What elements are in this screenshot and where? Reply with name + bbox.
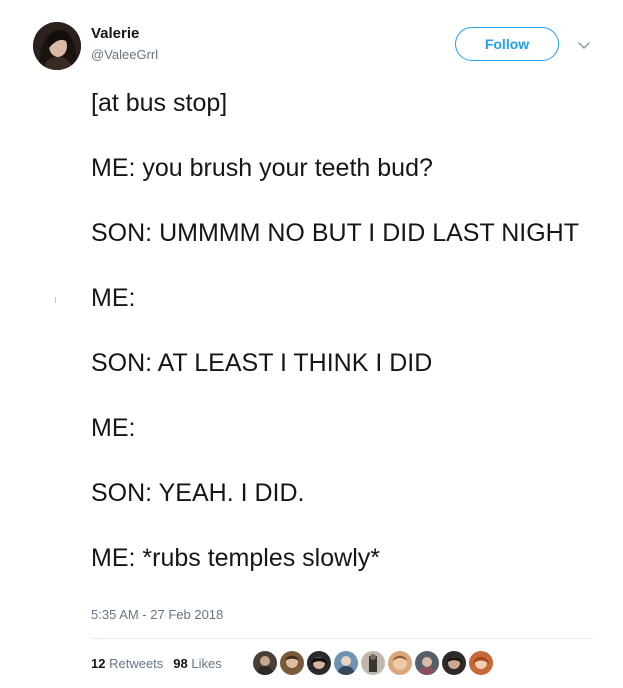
liker-avatar-2[interactable] <box>280 651 304 675</box>
retweets-label: Retweets <box>109 656 164 671</box>
liker-avatar-8-icon <box>442 651 466 675</box>
tweet-stats: 12 Retweets 98 Likes <box>91 656 222 672</box>
tweet-line: [at bus stop] <box>91 89 228 117</box>
liker-avatar-1[interactable] <box>253 651 277 675</box>
follow-button[interactable]: Follow <box>455 27 559 61</box>
liker-avatar-9[interactable] <box>469 651 493 675</box>
likes-count: 98 <box>173 656 188 671</box>
liker-avatar-9-icon <box>469 651 493 675</box>
tweet-line: ME: *rubs temples slowly* <box>91 544 380 572</box>
retweets-stat[interactable]: 12 Retweets <box>91 656 163 672</box>
profile-photo-icon <box>33 22 81 70</box>
avatar[interactable] <box>33 22 81 70</box>
tweet-line: ME: you brush your teeth bud? <box>91 154 433 182</box>
likes-stat[interactable]: 98 Likes <box>173 656 221 672</box>
liker-avatar-6-icon <box>388 651 412 675</box>
tweet-line: SON: YEAH. I DID. <box>91 479 305 507</box>
tweet-line: ME: <box>91 284 136 312</box>
liker-avatars <box>253 651 493 675</box>
tweet-line: SON: AT LEAST I THINK I DID <box>91 349 433 377</box>
tweet-line: ME: <box>91 414 136 442</box>
display-name[interactable]: Valerie <box>91 25 139 43</box>
liker-avatar-8[interactable] <box>442 651 466 675</box>
liker-avatar-3-icon <box>307 651 331 675</box>
liker-avatar-7-icon <box>415 651 439 675</box>
liker-avatar-3[interactable] <box>307 651 331 675</box>
liker-avatar-5-icon <box>361 651 385 675</box>
tweet-text: [at bus stop] ME: you brush your teeth b… <box>91 87 601 607</box>
liker-avatar-4[interactable] <box>334 651 358 675</box>
retweets-count: 12 <box>91 656 106 671</box>
likes-label: Likes <box>191 656 222 671</box>
liker-avatar-6[interactable] <box>388 651 412 675</box>
divider <box>91 638 594 639</box>
tweet-line: SON: UMMMM NO BUT I DID LAST NIGHT <box>91 219 579 247</box>
liker-avatar-2-icon <box>280 651 304 675</box>
liker-avatar-4-icon <box>334 651 358 675</box>
liker-avatar-1-icon <box>253 651 277 675</box>
stray-mark <box>55 297 56 303</box>
user-handle[interactable]: @ValeeGrrl <box>91 47 158 63</box>
liker-avatar-7[interactable] <box>415 651 439 675</box>
tweet-timestamp[interactable]: 5:35 AM - 27 Feb 2018 <box>91 607 223 623</box>
chevron-down-icon[interactable] <box>577 38 591 52</box>
liker-avatar-5[interactable] <box>361 651 385 675</box>
